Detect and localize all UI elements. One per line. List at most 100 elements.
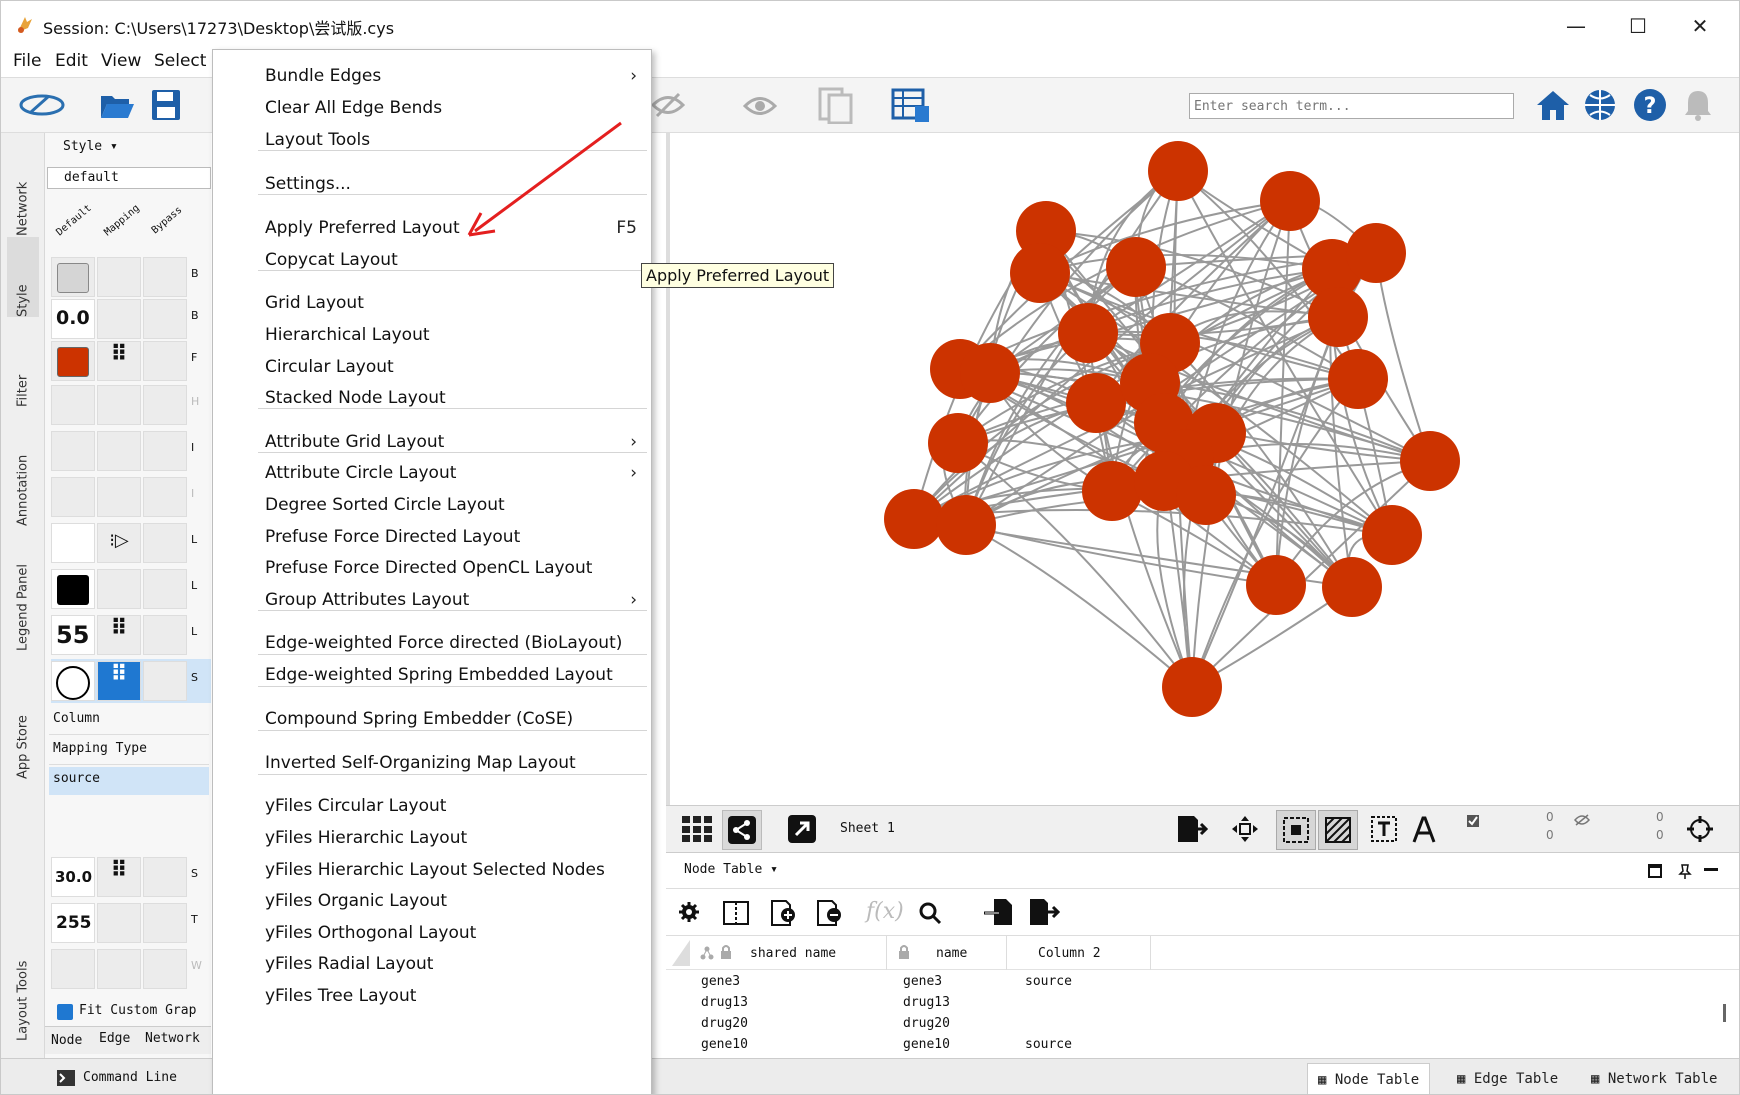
export-icon[interactable] xyxy=(1176,814,1208,844)
menu-item-yfiles-hierarchic-layout[interactable]: yFiles Hierarchic Layout xyxy=(265,828,467,848)
menu-item-edge-weighted-spring-embedded-layout[interactable]: Edge-weighted Spring Embedded Layout xyxy=(265,665,613,685)
menu-item-circular-layout[interactable]: Circular Layout xyxy=(265,357,394,377)
network-view-button[interactable] xyxy=(722,810,762,850)
function-builder-button[interactable]: f(x) xyxy=(866,899,904,924)
network-node[interactable] xyxy=(1246,555,1306,615)
fit-checkbox[interactable] xyxy=(57,1004,73,1020)
tab-filter[interactable]: Filter xyxy=(7,325,39,407)
property-row[interactable]: 55 ⠿ L xyxy=(51,613,211,657)
property-row[interactable]: H xyxy=(51,383,211,427)
network-node[interactable] xyxy=(1346,223,1406,283)
tab-edge[interactable]: Edge xyxy=(99,1031,130,1046)
table-search-icon[interactable] xyxy=(918,901,942,925)
tab-network-style[interactable]: Network xyxy=(145,1031,200,1046)
property-row[interactable]: 255 T xyxy=(51,901,211,945)
tab-layout-tools[interactable]: Layout Tools xyxy=(7,913,39,1041)
column-header-name[interactable]: name xyxy=(936,946,967,961)
menu-item-inverted-self-organizing-map-layout[interactable]: Inverted Self-Organizing Map Layout xyxy=(265,753,576,773)
menu-item-stacked-node-layout[interactable]: Stacked Node Layout xyxy=(265,388,446,408)
property-row[interactable]: ⠿ F xyxy=(51,339,211,383)
import-table-icon[interactable] xyxy=(984,897,1014,927)
mapping-cell[interactable]: ⠿ xyxy=(97,615,141,655)
menu-item-attribute-circle-layout[interactable]: Attribute Circle Layout xyxy=(265,463,456,483)
minimize-panel-icon[interactable] xyxy=(1704,868,1718,872)
table-row[interactable]: drug20 drug20 xyxy=(666,1014,1739,1035)
menu-item-yfiles-orthogonal-layout[interactable]: yFiles Orthogonal Layout xyxy=(265,923,476,943)
bypass-cell[interactable] xyxy=(143,661,187,701)
network-node[interactable] xyxy=(960,343,1020,403)
default-cell[interactable] xyxy=(51,569,95,609)
menu-file[interactable]: File xyxy=(13,51,41,71)
menu-item-copycat-layout[interactable]: Copycat Layout xyxy=(265,250,398,270)
tab-network[interactable]: Network xyxy=(7,141,39,236)
new-from-selection-icon[interactable] xyxy=(817,86,853,124)
command-line-button[interactable]: Command Line xyxy=(83,1070,177,1085)
save-icon[interactable] xyxy=(151,89,181,121)
network-table-tab[interactable]: ▦ Network Table xyxy=(1581,1063,1727,1094)
menu-item-layout-tools[interactable]: Layout Tools xyxy=(265,130,370,150)
property-row[interactable]: 0.0 B xyxy=(51,297,211,341)
tab-node[interactable]: Node xyxy=(51,1033,82,1048)
mapping-cell[interactable]: ⁝▷ xyxy=(97,523,141,563)
menu-item-yfiles-organic-layout[interactable]: yFiles Organic Layout xyxy=(265,891,447,911)
edge-table-tab[interactable]: ▦ Edge Table xyxy=(1447,1063,1568,1094)
table-import-icon[interactable] xyxy=(891,88,931,124)
home-icon[interactable] xyxy=(1535,88,1571,122)
sheet-label[interactable]: Sheet 1 xyxy=(840,821,895,836)
network-node[interactable] xyxy=(1322,557,1382,617)
menu-item-prefuse-force-directed-opencl-layout[interactable]: Prefuse Force Directed OpenCL Layout xyxy=(265,558,592,578)
bypass-cell[interactable] xyxy=(143,299,187,339)
mapping-cell[interactable]: ⠿ xyxy=(97,857,141,897)
network-node[interactable] xyxy=(1082,461,1142,521)
default-cell[interactable]: 255 xyxy=(51,903,95,943)
network-node[interactable] xyxy=(1058,303,1118,363)
network-node[interactable] xyxy=(884,489,944,549)
default-cell[interactable] xyxy=(51,523,95,563)
menu-item-group-attributes-layout[interactable]: Group Attributes Layout xyxy=(265,590,469,610)
menu-view[interactable]: View xyxy=(101,51,141,71)
bypass-cell[interactable] xyxy=(143,949,187,989)
property-row[interactable]: I xyxy=(51,475,211,519)
detach-view-icon[interactable] xyxy=(788,815,816,843)
menu-item-yfiles-radial-layout[interactable]: yFiles Radial Layout xyxy=(265,954,433,974)
mapping-cell[interactable] xyxy=(97,257,141,297)
network-node[interactable] xyxy=(1106,237,1166,297)
network-node[interactable] xyxy=(1176,465,1236,525)
property-row-selected[interactable]: ⠿ S xyxy=(51,659,211,703)
property-row[interactable]: 30.0 ⠿ S xyxy=(51,855,211,899)
search-input[interactable] xyxy=(1189,93,1514,119)
mapping-cell[interactable] xyxy=(97,477,141,517)
globe-icon[interactable] xyxy=(1583,88,1617,122)
property-row[interactable]: W xyxy=(51,947,211,991)
maximize-button[interactable]: ☐ xyxy=(1625,13,1651,39)
network-edge[interactable] xyxy=(965,524,1277,586)
bypass-cell[interactable] xyxy=(143,341,187,381)
network-edge[interactable] xyxy=(1337,316,1393,536)
menu-item-prefuse-force-directed-layout[interactable]: Prefuse Force Directed Layout xyxy=(265,527,520,547)
bypass-cell[interactable] xyxy=(143,569,187,609)
help-icon[interactable]: ? xyxy=(1633,88,1667,122)
delete-column-icon[interactable] xyxy=(816,899,842,927)
mapping-column-value[interactable]: source xyxy=(49,767,209,795)
default-cell[interactable] xyxy=(51,477,95,517)
bypass-cell[interactable] xyxy=(143,903,187,943)
pin-panel-icon[interactable] xyxy=(1678,863,1692,879)
menu-item-edge-weighted-force-directed-biolayout[interactable]: Edge-weighted Force directed (BioLayout) xyxy=(265,633,622,653)
default-cell[interactable]: 55 xyxy=(51,615,95,655)
label-font-icon[interactable] xyxy=(1410,814,1438,844)
network-node[interactable] xyxy=(1148,141,1208,201)
default-cell[interactable] xyxy=(51,661,95,701)
mapping-cell[interactable]: ⠿ xyxy=(97,661,141,701)
property-row[interactable]: I xyxy=(51,429,211,473)
network-node[interactable] xyxy=(1162,657,1222,717)
column-visibility-icon[interactable] xyxy=(722,900,750,926)
tab-app-store[interactable]: App Store xyxy=(7,661,39,779)
table-settings-gear-icon[interactable] xyxy=(678,901,700,923)
property-row[interactable]: B xyxy=(51,255,211,299)
table-row[interactable]: gene10 gene10 source xyxy=(666,1035,1739,1056)
menu-item-grid-layout[interactable]: Grid Layout xyxy=(265,293,364,313)
bypass-cell[interactable] xyxy=(143,615,187,655)
bypass-cell[interactable] xyxy=(143,523,187,563)
menu-item-yfiles-tree-layout[interactable]: yFiles Tree Layout xyxy=(265,986,416,1006)
menu-item-degree-sorted-circle-layout[interactable]: Degree Sorted Circle Layout xyxy=(265,495,505,515)
